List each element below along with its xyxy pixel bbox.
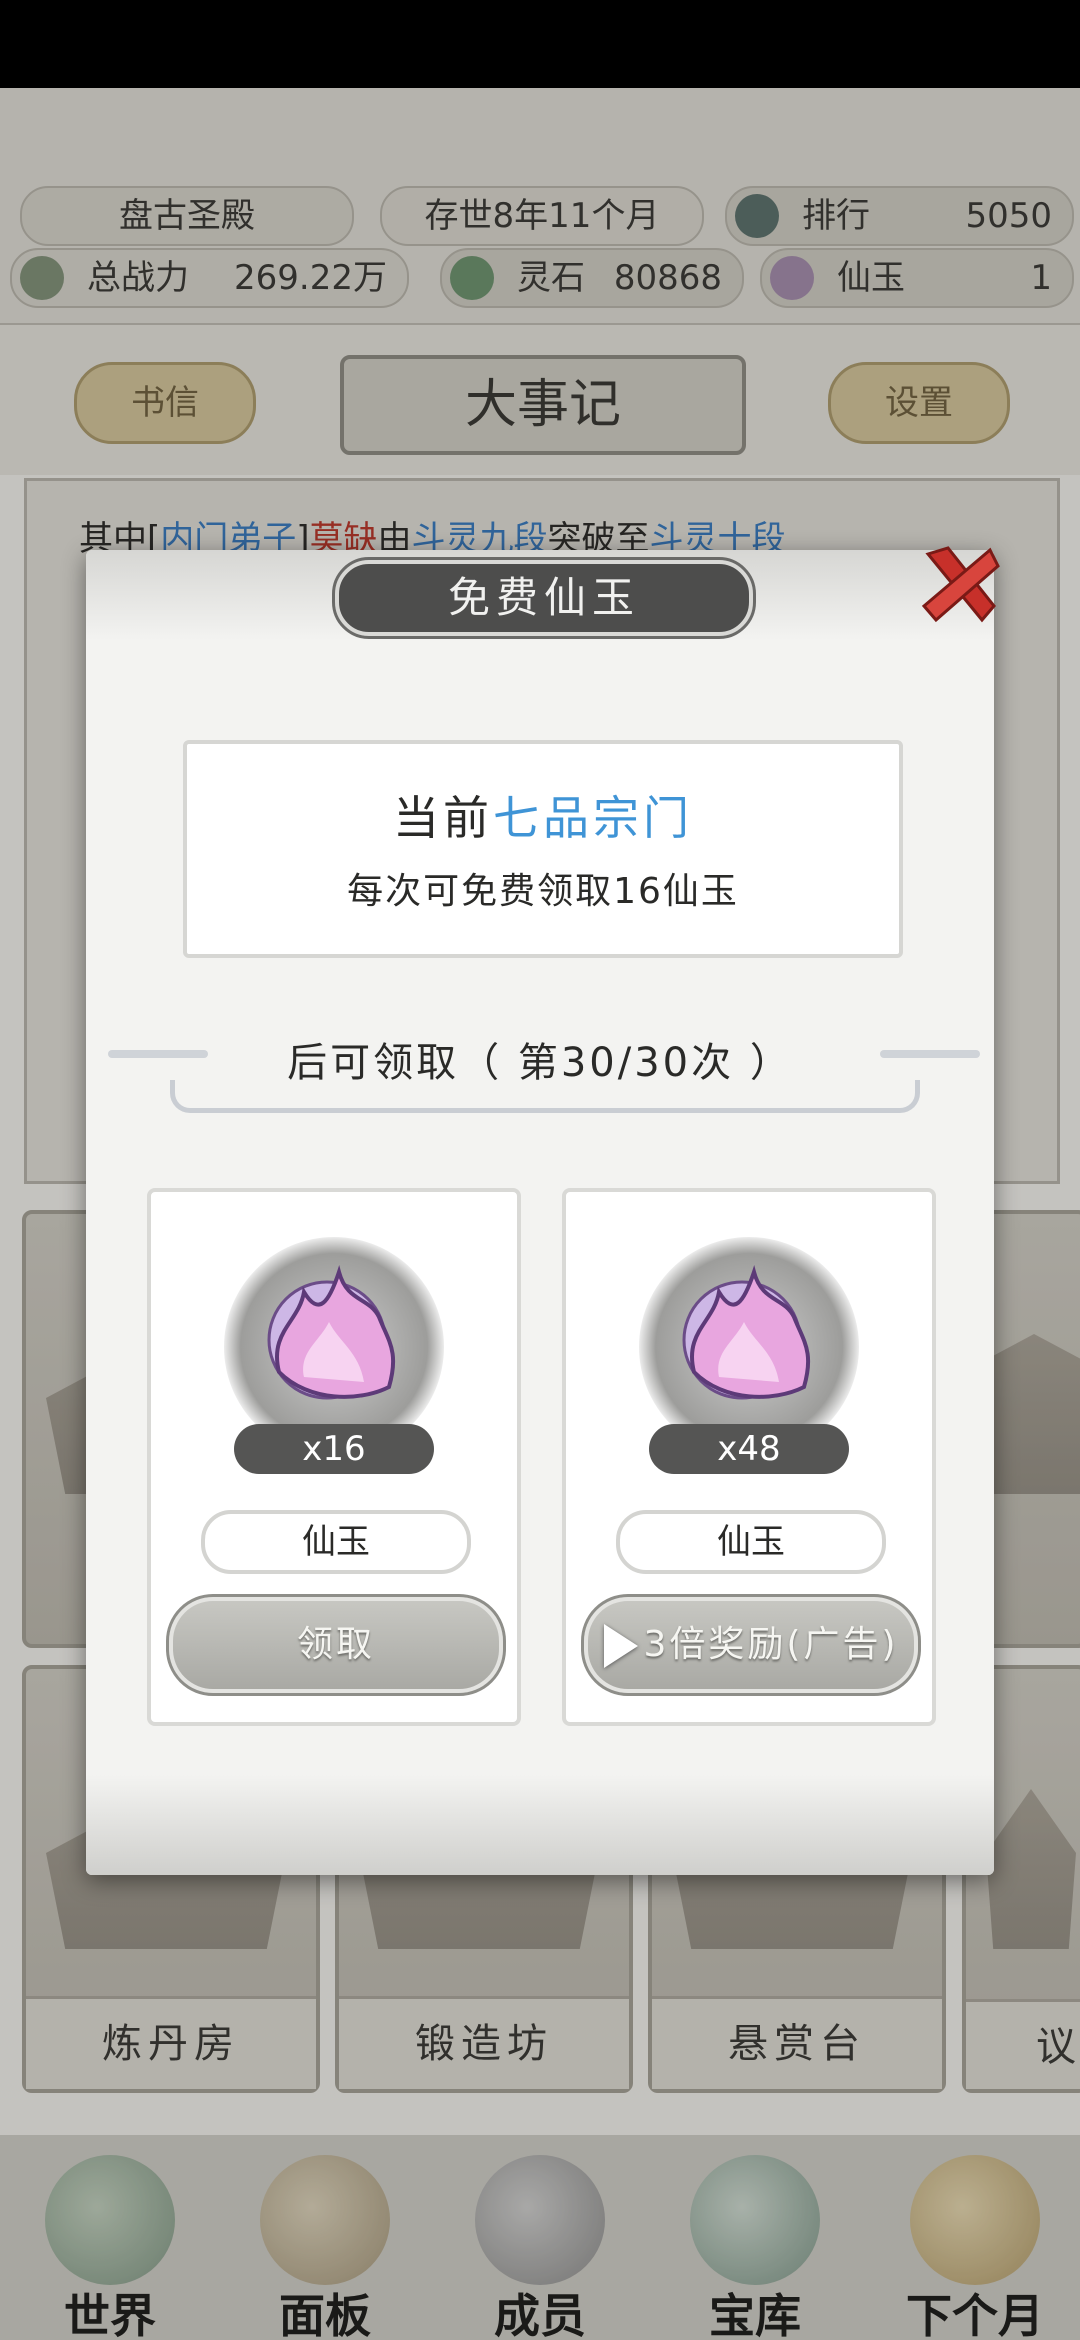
reward-card-ad: x48 仙玉 3倍奖励(广告) bbox=[562, 1188, 936, 1726]
game-screen: 盘古圣殿 存世8年11个月 排行 5050 总战力 269.22万 灵石 808… bbox=[0, 0, 1080, 2340]
sect-rank-line: 当前七品宗门 bbox=[393, 791, 693, 845]
jade-icon bbox=[682, 1265, 811, 1400]
item-name: 仙玉 bbox=[616, 1510, 886, 1574]
reward-card-normal: x16 仙玉 领取 bbox=[147, 1188, 521, 1726]
cloud-decoration bbox=[86, 1775, 994, 1875]
watch-ad-button[interactable]: 3倍奖励(广告) bbox=[581, 1594, 921, 1696]
claim-timer: 后可领取（ 第30/30次 ） bbox=[287, 1040, 793, 1086]
item-quantity: x48 bbox=[649, 1424, 849, 1474]
claim-button[interactable]: 领取 bbox=[166, 1594, 506, 1696]
dialog-title: 免费仙玉 bbox=[332, 557, 756, 639]
close-icon[interactable] bbox=[918, 540, 1004, 626]
sect-info-box: 当前七品宗门 每次可免费领取16仙玉 bbox=[183, 740, 903, 958]
free-amount-line: 每次可免费领取16仙玉 bbox=[347, 871, 739, 912]
play-icon bbox=[603, 1624, 638, 1668]
jade-icon bbox=[267, 1265, 396, 1400]
item-quantity: x16 bbox=[234, 1424, 434, 1474]
sect-rank: 七品宗门 bbox=[493, 791, 693, 845]
item-name: 仙玉 bbox=[201, 1510, 471, 1574]
